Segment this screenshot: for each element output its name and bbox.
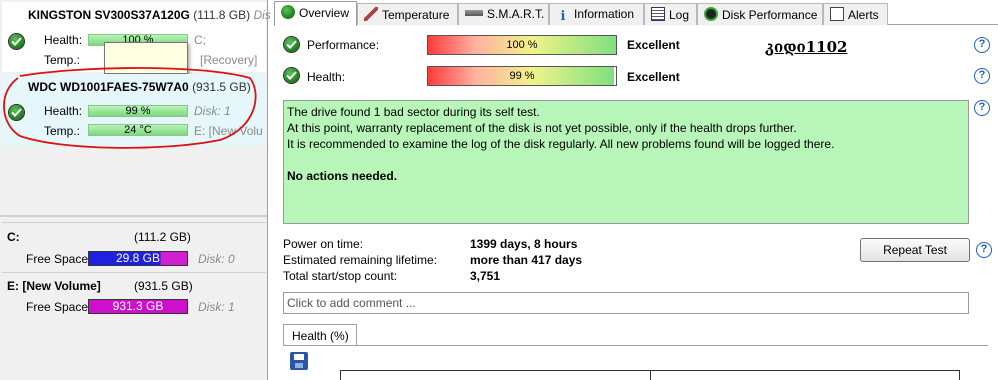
help-icon[interactable]: ? bbox=[974, 68, 990, 84]
tab-health-chart[interactable]: Health (%) bbox=[283, 324, 357, 346]
alerts-icon bbox=[830, 7, 844, 21]
comment-input[interactable] bbox=[283, 292, 969, 314]
main-tabbar: Overview Temperature S.M.A.R.T. ℹ Informa… bbox=[274, 1, 998, 26]
ok-icon bbox=[281, 5, 295, 19]
tab-temperature[interactable]: Temperature bbox=[357, 3, 458, 25]
tab-label: Overview bbox=[299, 6, 350, 20]
tab-label: Log bbox=[669, 8, 690, 22]
disk-card-wdc[interactable]: WDC WD1001FAES-75W7A0 (931.5 GB) Health:… bbox=[2, 67, 266, 149]
tab-label: S.M.A.R.T. bbox=[487, 7, 545, 21]
thermometer-icon bbox=[364, 7, 378, 21]
tab-label: Alerts bbox=[848, 8, 879, 22]
tab-label: Disk Performance bbox=[722, 8, 818, 22]
remaining-lifetime-value: more than 417 days bbox=[470, 253, 583, 267]
performance-rating: Excellent bbox=[627, 38, 680, 52]
disk-card-kingston[interactable]: KINGSTON SV300S37A120G (111.8 GB) Dis He… bbox=[2, 2, 271, 74]
tab-disk-performance[interactable]: Disk Performance bbox=[697, 3, 823, 25]
power-on-label: Power on time: bbox=[283, 237, 364, 251]
status-message-box: The drive found 1 bad sector during its … bbox=[283, 100, 969, 224]
performance-label: Performance: bbox=[307, 38, 380, 52]
tab-alerts[interactable]: Alerts bbox=[823, 3, 888, 25]
status-ok-icon bbox=[9, 34, 24, 49]
performance-bar: 100 % bbox=[427, 35, 617, 55]
health-chart-gridline bbox=[650, 370, 651, 380]
pane-divider bbox=[0, 215, 267, 217]
performance-ok-icon bbox=[284, 37, 299, 52]
free-space-label: Free Space bbox=[26, 300, 89, 314]
volume-name: E: [New Volume] bbox=[7, 279, 101, 293]
red-annotation-circle bbox=[3, 67, 257, 149]
tab-label: Temperature bbox=[382, 8, 450, 22]
partition-label: [Recovery] bbox=[200, 53, 258, 67]
health-label: Health: bbox=[307, 70, 346, 84]
help-icon[interactable]: ? bbox=[974, 37, 990, 53]
tab-smart[interactable]: S.M.A.R.T. bbox=[458, 3, 549, 25]
health-label: Health: bbox=[44, 33, 83, 47]
start-stop-value: 3,751 bbox=[470, 269, 501, 283]
help-icon[interactable]: ? bbox=[976, 242, 992, 258]
free-space-label: Free Space bbox=[26, 252, 89, 266]
disk-list-pane: KINGSTON SV300S37A120G (111.8 GB) Dis He… bbox=[0, 0, 271, 380]
help-icon[interactable]: ? bbox=[974, 100, 990, 116]
info-icon: ℹ bbox=[560, 8, 566, 23]
volume-name: C: bbox=[7, 230, 20, 244]
message-line: It is recommended to examine the log of … bbox=[287, 137, 835, 151]
disk-index: Disk: 1 bbox=[198, 300, 235, 314]
subtab-divider bbox=[283, 345, 988, 346]
health-rating: Excellent bbox=[627, 70, 680, 84]
health-ok-icon bbox=[284, 68, 299, 83]
gauge-icon bbox=[704, 7, 718, 21]
health-bar: 99 % bbox=[427, 66, 617, 86]
repeat-test-button[interactable]: Repeat Test bbox=[860, 238, 970, 262]
volume-size: (111.2 GB) bbox=[134, 230, 191, 244]
handwritten-annotation: კიდი1102 bbox=[765, 38, 848, 56]
save-icon[interactable] bbox=[290, 352, 308, 370]
disk-index: Disk: 0 bbox=[198, 252, 235, 266]
log-icon bbox=[651, 7, 665, 21]
message-line: The drive found 1 bad sector during its … bbox=[287, 105, 540, 119]
message-conclusion: No actions needed. bbox=[287, 169, 398, 183]
disk-title: KINGSTON SV300S37A120G (111.8 GB) Dis bbox=[28, 8, 271, 22]
tab-information[interactable]: ℹ Information bbox=[549, 3, 644, 25]
tab-label: Information bbox=[574, 7, 635, 21]
volume-card-e[interactable]: E: [New Volume] (931.5 GB) Free Space 93… bbox=[2, 272, 266, 320]
message-line: At this point, warranty replacement of t… bbox=[287, 121, 797, 135]
tab-log[interactable]: Log bbox=[644, 3, 697, 25]
tab-overview[interactable]: Overview bbox=[274, 1, 357, 26]
temp-label: Temp.: bbox=[44, 53, 81, 67]
disk-index-truncated: Dis bbox=[253, 8, 271, 22]
remaining-lifetime-label: Estimated remaining lifetime: bbox=[283, 253, 438, 267]
disk-model: KINGSTON SV300S37A120G bbox=[28, 8, 190, 22]
smart-icon bbox=[465, 10, 483, 16]
start-stop-label: Total start/stop count: bbox=[283, 269, 398, 283]
volume-card-c[interactable]: C: (111.2 GB) Free Space 29.8 GB Disk: 0 bbox=[2, 222, 266, 270]
free-space-bar: 29.8 GB bbox=[88, 251, 188, 266]
volume-size: (931.5 GB) bbox=[134, 279, 193, 293]
disk-size: (111.8 GB) bbox=[193, 8, 251, 22]
free-space-bar: 931.3 GB bbox=[88, 299, 188, 314]
drive-letters: C; bbox=[194, 33, 206, 47]
power-on-value: 1399 days, 8 hours bbox=[470, 237, 578, 251]
